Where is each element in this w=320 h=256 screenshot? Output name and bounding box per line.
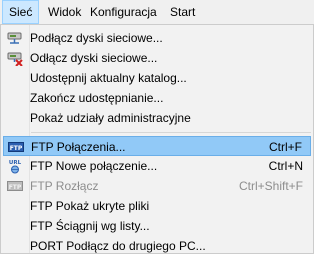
menu-item-label: PORT Podłącz do drugiego PC... (30, 239, 206, 253)
network-drive-connect-icon (7, 30, 23, 46)
menu-item-label: Udostępnij aktualny katalog... (30, 71, 187, 85)
siec-dropdown-menu: Podłącz dyski sieciowe... Odłącz dyski s… (0, 24, 314, 254)
svg-text:URL: URL (9, 160, 22, 166)
menu-item-ftp-connections[interactable]: FTP FTP Połączenia... Ctrl+F (3, 136, 311, 156)
menu-item-ftp-disconnect: FTP FTP Rozłącz Ctrl+Shift+F (3, 176, 311, 196)
ftp-disconnect-icon: FTP (7, 178, 23, 194)
menu-item-shortcut: Ctrl+F (269, 140, 302, 154)
url-icon: URL (7, 158, 23, 174)
menu-item-label: FTP Ściągnij wg listy... (30, 219, 150, 233)
menu-item-label: FTP Połączenia... (31, 140, 126, 154)
menu-item-label: FTP Rozłącz (30, 179, 99, 193)
menu-item-label: FTP Nowe połączenie... (30, 159, 158, 173)
menu-item-port-connect-pc[interactable]: PORT Podłącz do drugiego PC... (3, 236, 311, 256)
menu-konfiguracja[interactable]: Konfiguracja (84, 0, 163, 23)
menu-item-end-sharing[interactable]: Zakończ udostępnianie... (3, 88, 311, 108)
menu-item-shortcut: Ctrl+N (268, 159, 303, 173)
menu-item-label: Zakończ udostępnianie... (30, 91, 164, 105)
menu-item-show-admin-shares[interactable]: Pokaż udziały administracyjne (3, 108, 311, 128)
menu-item-ftp-download-list[interactable]: FTP Ściągnij wg listy... (3, 216, 311, 236)
menu-item-ftp-new-connection[interactable]: URL FTP Nowe połączenie... Ctrl+N (3, 156, 311, 176)
menu-item-connect-network-drives[interactable]: Podłącz dyski sieciowe... (3, 28, 311, 48)
menu-separator (31, 132, 311, 133)
network-drive-disconnect-icon (7, 50, 23, 67)
menu-widok[interactable]: Widok (42, 0, 87, 23)
menu-item-label: Odłącz dyski sieciowe... (30, 51, 158, 65)
menu-item-label: Pokaż udziały administracyjne (30, 111, 191, 125)
ftp-icon: FTP (8, 139, 24, 155)
menu-item-label: FTP Pokaż ukryte pliki (30, 199, 150, 213)
menu-item-shortcut: Ctrl+Shift+F (238, 179, 303, 193)
menu-siec[interactable]: Sieć (2, 0, 40, 24)
svg-text:FTP: FTP (10, 145, 23, 152)
svg-text:FTP: FTP (9, 184, 22, 191)
menu-item-label: Podłącz dyski sieciowe... (30, 31, 163, 45)
menu-item-ftp-show-hidden-files[interactable]: FTP Pokaż ukryte pliki (3, 196, 311, 216)
menu-start[interactable]: Start (164, 0, 201, 23)
menu-bar: Sieć Widok Konfiguracja Start (0, 0, 314, 25)
menu-item-share-current-folder[interactable]: Udostępnij aktualny katalog... (3, 68, 311, 88)
menu-item-disconnect-network-drives[interactable]: Odłącz dyski sieciowe... (3, 48, 311, 68)
